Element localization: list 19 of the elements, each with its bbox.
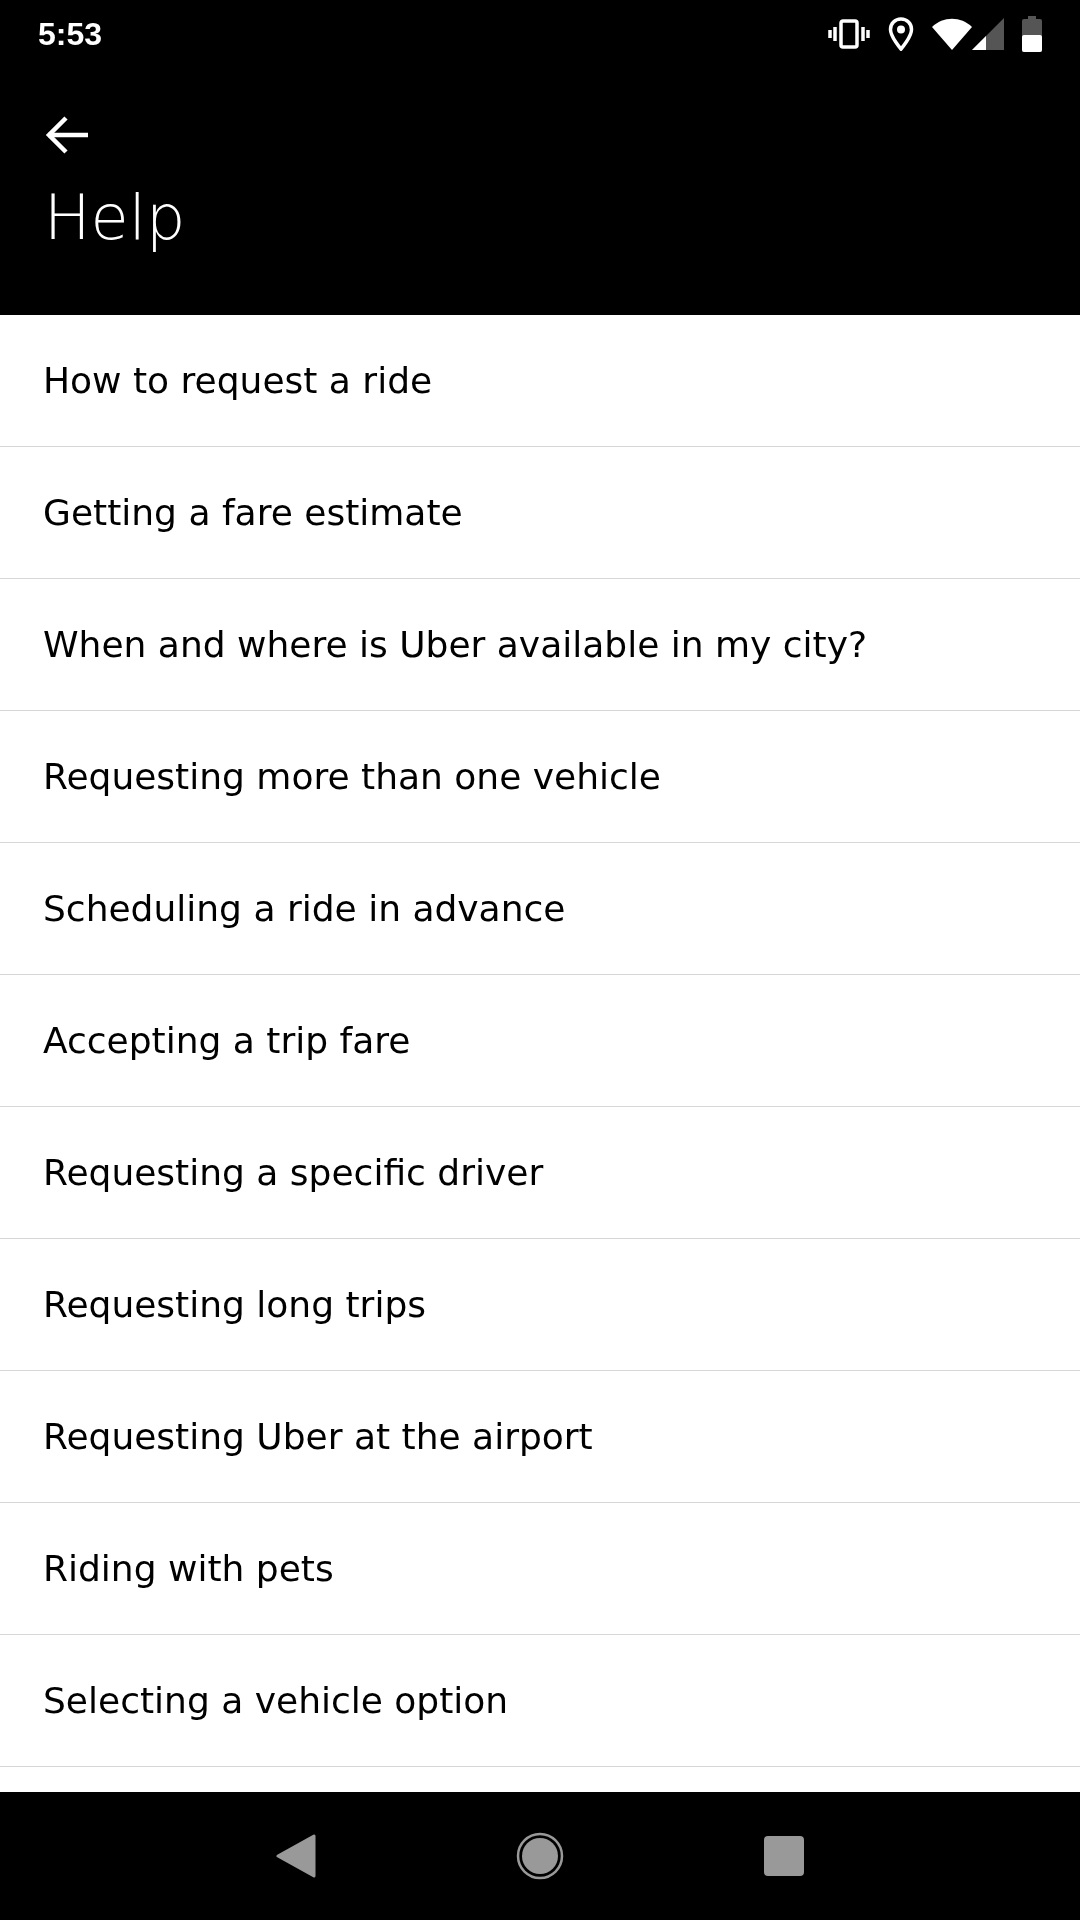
help-topic-item[interactable]: Requesting more than one vehicle bbox=[0, 711, 1080, 843]
help-topic-item[interactable]: When and where is Uber available in my city? bbox=[0, 579, 1080, 711]
help-topic-item[interactable]: Selecting a vehicle option bbox=[0, 1635, 1080, 1767]
help-topic-item[interactable]: Requesting Uber at the airport bbox=[0, 1371, 1080, 1503]
help-topic-item[interactable]: Requesting long trips bbox=[0, 1239, 1080, 1371]
status-time: 5:53 bbox=[38, 14, 103, 54]
help-topic-item[interactable]: Getting a fare estimate bbox=[0, 447, 1080, 579]
battery-icon bbox=[1022, 15, 1042, 52]
help-topic-item[interactable]: How to request a ride bbox=[0, 315, 1080, 447]
home-nav-icon[interactable] bbox=[516, 1832, 564, 1880]
wifi-icon bbox=[932, 17, 972, 50]
help-topic-item[interactable]: Scheduling a ride in advance bbox=[0, 843, 1080, 975]
location-icon bbox=[888, 16, 914, 51]
signal-icon bbox=[972, 17, 1004, 50]
help-topic-item[interactable]: Accepting a trip fare bbox=[0, 975, 1080, 1107]
help-topic-item[interactable]: Requesting a specific driver bbox=[0, 1107, 1080, 1239]
back-nav-icon[interactable] bbox=[276, 1834, 316, 1878]
vibrate-icon bbox=[828, 18, 870, 49]
help-topic-item[interactable]: Riding with pets bbox=[0, 1503, 1080, 1635]
